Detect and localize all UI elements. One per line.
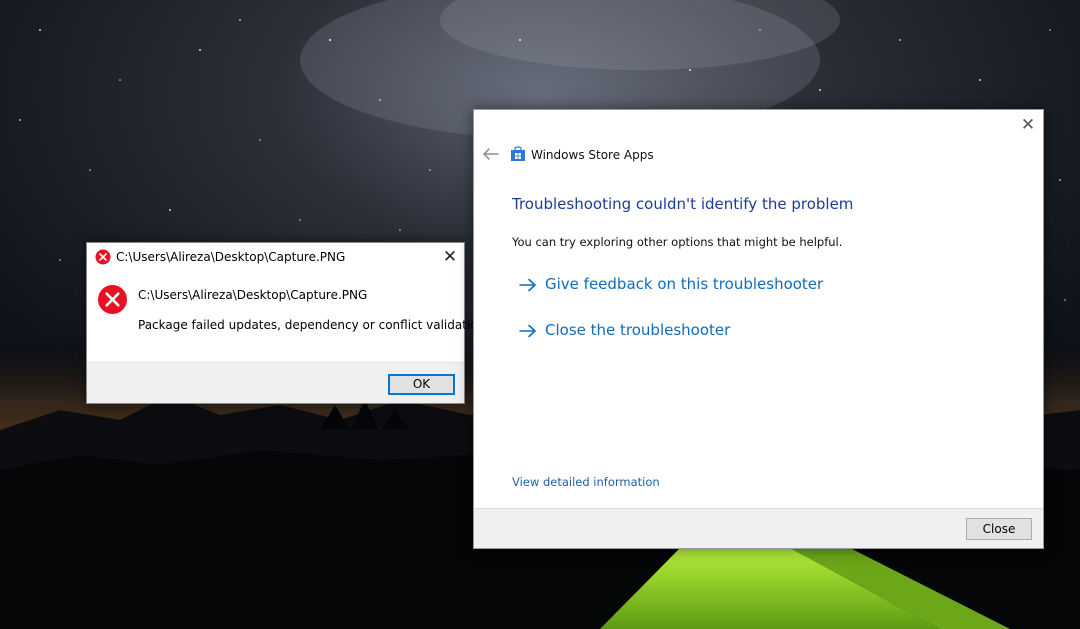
troubleshooter-close-icon[interactable]: ✕ <box>1017 114 1039 136</box>
error-dialog-close-button[interactable]: ✕ <box>439 247 461 267</box>
error-dialog-footer: OK <box>87 362 464 403</box>
back-arrow-icon[interactable] <box>480 146 500 162</box>
troubleshooter-heading: Troubleshooting couldn't identify the pr… <box>512 195 854 213</box>
view-detailed-information-link[interactable]: View detailed information <box>512 475 660 489</box>
troubleshooter-window: ✕ Windows Store Apps Troubleshooting cou… <box>473 109 1044 549</box>
close-button[interactable]: Close <box>966 518 1032 540</box>
error-dialog-titlebar[interactable]: C:\Users\Alireza\Desktop\Capture.PNG ✕ <box>87 243 464 271</box>
error-dialog-title: C:\Users\Alireza\Desktop\Capture.PNG <box>116 250 346 264</box>
troubleshooter-app-title: Windows Store Apps <box>531 148 654 162</box>
store-icon <box>511 146 525 161</box>
error-icon <box>95 249 111 265</box>
arrow-right-icon <box>519 324 536 338</box>
error-dialog: C:\Users\Alireza\Desktop\Capture.PNG ✕ C… <box>86 242 489 404</box>
close-troubleshooter-label: Close the troubleshooter <box>545 321 731 339</box>
arrow-right-icon <box>519 278 536 292</box>
error-icon <box>97 284 128 315</box>
troubleshooter-subtext: You can try exploring other options that… <box>512 235 843 249</box>
ok-button[interactable]: OK <box>388 374 455 395</box>
error-file-path: C:\Users\Alireza\Desktop\Capture.PNG <box>138 288 368 302</box>
give-feedback-label: Give feedback on this troubleshooter <box>545 275 824 293</box>
troubleshooter-footer: Close <box>474 508 1043 548</box>
error-message: Package failed updates, dependency or co… <box>138 318 490 332</box>
